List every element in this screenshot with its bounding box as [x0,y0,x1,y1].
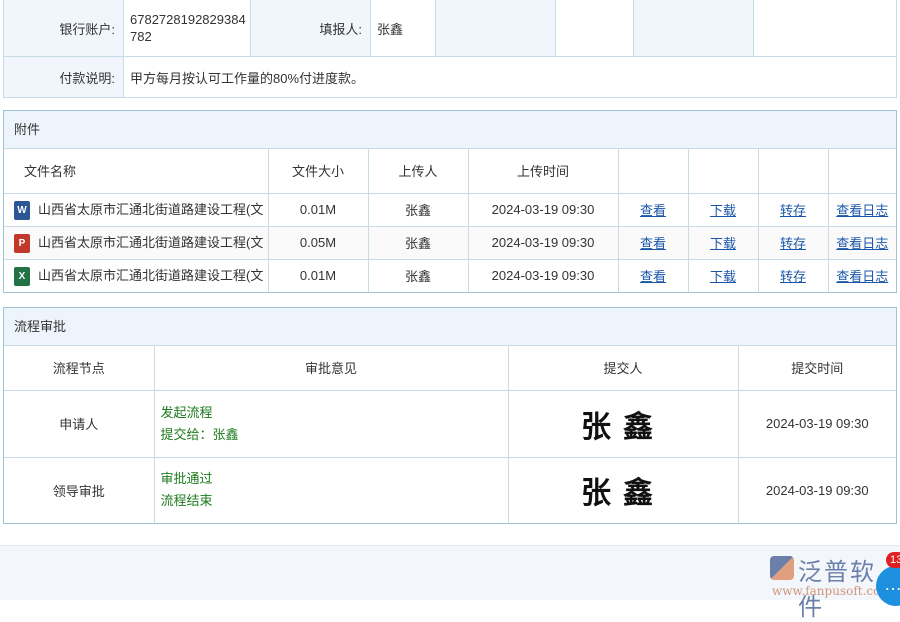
header-opinion: 审批意见 [154,346,508,390]
opinion-line: 提交给：张鑫 [161,424,508,446]
word-icon: W [14,201,30,220]
save-link[interactable]: 转存 [780,236,806,251]
approval-row: 领导审批 审批通过流程结束 张鑫 2024-03-19 09:30 [4,457,896,523]
header-uploader: 上传人 [368,149,468,193]
save-link[interactable]: 转存 [780,203,806,218]
attachment-row: W 山西省太原市汇通北街道路建设工程(文 0.01M 张鑫 2024-03-19 … [4,193,896,226]
uploader: 张鑫 [368,193,468,226]
submit-time: 2024-03-19 09:30 [738,457,896,523]
header-upload-time: 上传时间 [468,149,618,193]
opinion-line: 流程结束 [161,490,508,512]
approval-title: 流程审批 [4,308,896,346]
payment-label: 付款说明: [4,57,124,98]
signature: 张鑫 [581,476,665,511]
powerpoint-icon: P [14,234,30,253]
bank-label: 银行账户: [4,0,124,57]
file-name[interactable]: 山西省太原市汇通北街道路建设工程(文 [38,268,263,283]
upload-time: 2024-03-19 09:30 [468,259,618,292]
bank-value: 6782728192829384782 [124,0,251,57]
submit-time: 2024-03-19 09:30 [738,390,896,457]
node: 申请人 [4,390,154,457]
footer: 泛普软件 www.fanpusoft.com … 13 [0,545,900,600]
header-file-size: 文件大小 [268,149,368,193]
view-log-link[interactable]: 查看日志 [836,203,888,218]
view-log-link[interactable]: 查看日志 [836,269,888,284]
view-log-link[interactable]: 查看日志 [836,236,888,251]
node: 领导审批 [4,457,154,523]
view-link[interactable]: 查看 [640,269,666,284]
file-name[interactable]: 山西省太原市汇通北街道路建设工程(文 [38,202,263,217]
header-submitter: 提交人 [508,346,738,390]
notification-badge: 13 [886,552,900,568]
attachments-panel: 附件 文件名称 文件大小 上传人 上传时间 W 山西省太原市汇通北街道路建设工程(… [3,110,897,293]
info-table: 银行账户: 6782728192829384782 填报人: 张鑫 付款说明: … [3,0,897,98]
approval-row: 申请人 发起流程提交给：张鑫 张鑫 2024-03-19 09:30 [4,390,896,457]
download-link[interactable]: 下载 [710,236,736,251]
attachments-title: 附件 [4,111,896,149]
logo-icon [770,556,794,580]
header-file-name: 文件名称 [4,149,268,193]
payment-value: 甲方每月按认可工作量的80%付进度款。 [124,57,897,98]
attachment-row: P 山西省太原市汇通北街道路建设工程(文 0.05M 张鑫 2024-03-19 … [4,226,896,259]
header-submit-time: 提交时间 [738,346,896,390]
excel-icon: X [14,267,30,286]
view-link[interactable]: 查看 [640,203,666,218]
file-size: 0.05M [268,226,368,259]
upload-time: 2024-03-19 09:30 [468,226,618,259]
signature: 张鑫 [581,410,665,445]
opinion-line: 发起流程 [161,402,508,424]
reporter-value: 张鑫 [371,0,436,57]
upload-time: 2024-03-19 09:30 [468,193,618,226]
file-size: 0.01M [268,193,368,226]
download-link[interactable]: 下载 [710,203,736,218]
save-link[interactable]: 转存 [780,269,806,284]
reporter-label: 填报人: [251,0,371,57]
uploader: 张鑫 [368,259,468,292]
file-name[interactable]: 山西省太原市汇通北街道路建设工程(文 [38,235,263,250]
file-size: 0.01M [268,259,368,292]
attachment-row: X 山西省太原市汇通北街道路建设工程(文 0.01M 张鑫 2024-03-19 … [4,259,896,292]
opinion-line: 审批通过 [161,468,508,490]
header-node: 流程节点 [4,346,154,390]
uploader: 张鑫 [368,226,468,259]
download-link[interactable]: 下载 [710,269,736,284]
view-link[interactable]: 查看 [640,236,666,251]
approval-panel: 流程审批 流程节点 审批意见 提交人 提交时间 申请人 发起流程提交给：张鑫 张… [3,307,897,524]
logo-url: www.fanpusoft.com [772,584,892,598]
